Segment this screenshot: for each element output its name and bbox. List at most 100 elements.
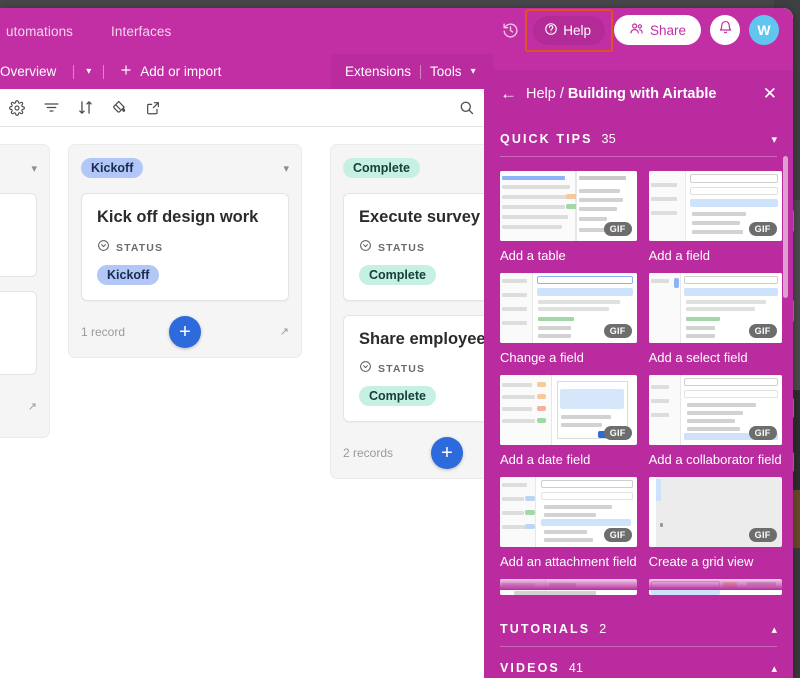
gif-badge: GIF <box>603 528 632 542</box>
kanban-card[interactable] <box>0 291 37 375</box>
section-videos-header[interactable]: VIDEOS 41 ▴ <box>484 647 793 678</box>
help-button-wrapper: Help <box>525 8 613 52</box>
card-value-wrap: Complete <box>359 264 493 285</box>
chevron-down-icon[interactable]: ▾ <box>31 162 37 175</box>
extensions-button[interactable]: Extensions <box>345 64 411 79</box>
chevron-up-icon[interactable]: ▴ <box>771 623 777 636</box>
quick-tip-thumbnail: GIF <box>500 171 637 241</box>
expand-icon[interactable]: ↗ <box>28 400 37 413</box>
quick-tip-item[interactable]: GIF Add a select field <box>648 273 782 365</box>
card-field-label: STATUS <box>116 241 164 254</box>
app-header: utomations Interfaces Help Share W <box>0 8 793 54</box>
expand-icon[interactable]: ↗ <box>280 325 289 338</box>
kanban-card[interactable]: Kick off design work STATUS Kickoff <box>81 193 289 301</box>
app-nav: utomations Interfaces <box>0 20 177 43</box>
quick-tip-item[interactable]: GIF Add an attachment field <box>500 477 637 569</box>
card-title: Share employee sur <box>359 329 493 348</box>
quick-tip-item[interactable]: GIF Add a field <box>648 171 782 263</box>
chevron-down-icon[interactable]: ▾ <box>771 133 777 146</box>
quick-tip-label: Create a grid view <box>648 554 754 569</box>
single-select-icon <box>359 360 372 378</box>
chevron-down-icon[interactable]: ▾ <box>283 162 289 175</box>
gif-badge: GIF <box>748 426 777 440</box>
quick-tip-label: Add an attachment field <box>500 554 637 569</box>
card-value-wrap: Complete <box>359 386 493 407</box>
view-settings-gear-icon[interactable] <box>0 89 34 127</box>
column-header: Complete ▾ <box>343 157 493 179</box>
card-field-label: STATUS <box>378 363 426 376</box>
sort-icon[interactable] <box>68 89 102 127</box>
divider <box>103 64 105 79</box>
avatar[interactable]: W <box>749 15 779 45</box>
section-count: 35 <box>601 132 616 146</box>
add-record-button[interactable]: + <box>169 315 201 348</box>
share-button[interactable]: Share <box>613 15 701 45</box>
stack-chip[interactable]: Kickoff <box>81 158 144 178</box>
kanban-card[interactable]: Execute survey STATUS Complete <box>343 193 493 301</box>
history-clock-icon[interactable] <box>496 16 524 44</box>
add-or-import-label: Add or import <box>140 64 222 79</box>
quick-tip-item[interactable]: GIF Add a table <box>500 171 637 263</box>
stack-chip[interactable]: Complete <box>343 158 420 178</box>
quick-tip-item[interactable]: GIF Create a grid view <box>648 477 782 569</box>
kanban-card[interactable]: Share employee sur STATUS Complete <box>343 314 493 423</box>
share-view-icon[interactable] <box>136 89 170 127</box>
filter-icon[interactable] <box>34 89 68 127</box>
card-status-chip: Kickoff <box>97 264 160 285</box>
section-title: TUTORIALS <box>500 622 591 636</box>
quick-tip-thumbnail: GIF <box>500 375 637 445</box>
avatar-initial: W <box>757 22 771 38</box>
section-tutorials-header[interactable]: TUTORIALS 2 ▴ <box>484 608 793 646</box>
card-status-chip: Complete <box>359 264 436 285</box>
breadcrumb-root[interactable]: Help <box>526 86 556 102</box>
card-title: Execute survey <box>359 208 481 226</box>
nav-interfaces[interactable]: Interfaces <box>105 20 177 43</box>
browser-window: utomations Interfaces Help Share W Overv… <box>0 8 793 678</box>
bell-icon <box>718 20 733 40</box>
quick-tip-label: Add a field <box>648 248 711 263</box>
add-or-import-button[interactable]: Add or import <box>113 63 221 80</box>
arrow-left-icon[interactable]: ← <box>500 84 517 104</box>
search-icon[interactable] <box>458 99 475 121</box>
nav-automations[interactable]: utomations <box>0 20 79 43</box>
card-field: STATUS <box>97 239 273 257</box>
chevron-down-icon[interactable]: ▾ <box>468 66 479 77</box>
add-record-button[interactable]: + <box>431 437 463 470</box>
close-x-icon[interactable]: ✕ <box>763 84 777 104</box>
quick-tip-label: Add a table <box>500 248 566 263</box>
section-title: QUICK TIPS <box>500 132 593 146</box>
chevron-up-icon[interactable]: ▴ <box>771 662 777 675</box>
quick-tip-thumbnail: GIF <box>648 171 782 241</box>
quick-tip-item[interactable]: GIF Add a collaborator field <box>648 375 782 467</box>
card-field-label: STATUS <box>378 241 426 254</box>
plus-icon <box>119 63 133 80</box>
tabbar-left-group: Overview ▾ Add or import <box>0 54 222 89</box>
notifications-button[interactable] <box>710 15 740 45</box>
column-header: Kickoff ▾ <box>81 157 289 179</box>
kanban-card[interactable] <box>0 193 37 277</box>
quick-tip-item[interactable]: GIF Change a field <box>500 273 637 365</box>
scroll-fade <box>484 576 793 590</box>
header-actions: Help Share W <box>496 8 779 52</box>
quick-tip-thumbnail: GIF <box>648 477 782 547</box>
divider <box>420 64 422 79</box>
breadcrumb-separator: / <box>555 86 568 102</box>
kanban-board: ▾ ↗ Kickoff ▾ Kick off design work STATU… <box>0 127 493 678</box>
help-button[interactable]: Help <box>533 15 605 45</box>
column-complete: Complete ▾ Execute survey STATUS <box>330 144 493 480</box>
view-name-label[interactable]: Overview <box>0 64 64 79</box>
quick-tip-item[interactable]: GIF Add a date field <box>500 375 637 467</box>
section-quick-tips-header[interactable]: QUICK TIPS 35 ▾ <box>484 118 793 156</box>
gif-badge: GIF <box>748 528 777 542</box>
help-panel-scrollbar[interactable] <box>783 156 788 298</box>
tools-button[interactable]: Tools <box>430 64 462 79</box>
help-panel-footer: TUTORIALS 2 ▴ VIDEOS 41 ▴ <box>484 608 793 678</box>
card-status-chip: Complete <box>359 386 436 407</box>
question-circle-icon <box>544 22 558 39</box>
view-toolbar <box>0 89 493 127</box>
section-count: 41 <box>568 661 584 675</box>
column-kickoff: Kickoff ▾ Kick off design work STATUS Ki… <box>68 144 302 358</box>
color-icon[interactable] <box>102 89 136 127</box>
column-footer: 1 record + ↗ <box>81 307 289 357</box>
chevron-down-icon[interactable]: ▾ <box>83 66 94 77</box>
